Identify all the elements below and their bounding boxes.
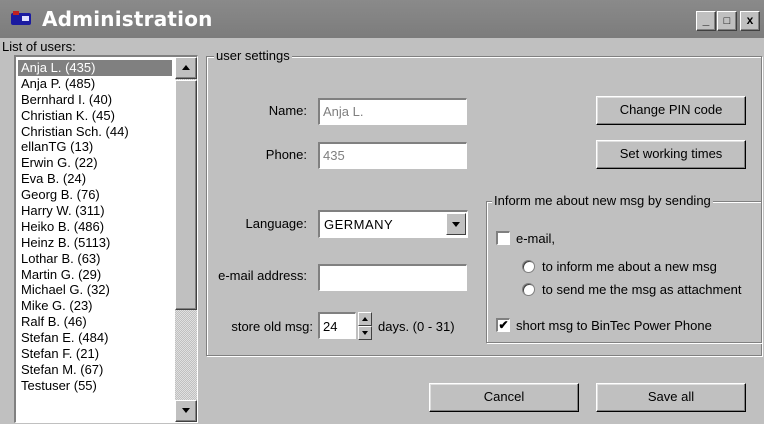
- phone-label: Phone:: [265, 147, 307, 162]
- scroll-thumb[interactable]: [175, 80, 197, 310]
- short-msg-checkbox[interactable]: ✔: [496, 318, 510, 332]
- short-msg-option-label: short msg to BinTec Power Phone: [516, 318, 712, 333]
- scroll-down-button[interactable]: [175, 400, 197, 422]
- language-select[interactable]: GERMANY: [318, 210, 468, 238]
- spin-up-button[interactable]: [358, 312, 372, 326]
- spin-down-icon: [362, 331, 368, 335]
- close-button[interactable]: x: [740, 11, 760, 31]
- scroll-up-button[interactable]: [175, 57, 197, 79]
- email-address-field[interactable]: [318, 264, 467, 291]
- cancel-button[interactable]: Cancel: [429, 383, 579, 412]
- users-list-item[interactable]: Stefan E. (484): [18, 330, 172, 346]
- change-pin-button[interactable]: Change PIN code: [596, 96, 746, 125]
- users-list-item[interactable]: Martin G. (29): [18, 267, 172, 283]
- name-label: Name:: [268, 103, 307, 118]
- users-list-item[interactable]: Christian Sch. (44): [18, 124, 172, 140]
- language-label: Language:: [245, 216, 307, 231]
- save-all-button[interactable]: Save all: [596, 383, 746, 412]
- language-dropdown-button[interactable]: [446, 213, 466, 235]
- inform-new-msg-label: to inform me about a new msg: [542, 259, 717, 274]
- email-option-label: e-mail,: [516, 231, 556, 246]
- users-list-item[interactable]: Lothar B. (63): [18, 251, 172, 267]
- store-old-msg-label: store old msg:: [231, 319, 313, 334]
- users-list-item[interactable]: Ralf B. (46): [18, 314, 172, 330]
- store-days-field[interactable]: 24: [318, 312, 356, 339]
- inform-group-label: Inform me about new msg by sending: [492, 193, 713, 208]
- user-settings-label: user settings: [214, 48, 292, 63]
- inform-new-msg-radio[interactable]: [522, 260, 535, 273]
- set-working-times-button[interactable]: Set working times: [596, 140, 746, 169]
- users-list-item[interactable]: Erwin G. (22): [18, 155, 172, 171]
- checkmark-icon: ✔: [498, 318, 509, 332]
- name-field[interactable]: Anja L.: [318, 98, 467, 125]
- users-list-item[interactable]: Stefan F. (21): [18, 346, 172, 362]
- arrow-up-icon: [182, 65, 190, 70]
- users-list-item[interactable]: Anja P. (485): [18, 76, 172, 92]
- users-list-item[interactable]: Bernhard I. (40): [18, 92, 172, 108]
- users-list-item[interactable]: Christian K. (45): [18, 108, 172, 124]
- spin-down-button[interactable]: [358, 326, 372, 340]
- chevron-down-icon: [452, 222, 460, 227]
- email-address-label: e-mail address:: [218, 268, 307, 283]
- minimize-button[interactable]: _: [696, 11, 716, 31]
- users-list-item[interactable]: Michael G. (32): [18, 282, 172, 298]
- users-list-item[interactable]: Heinz B. (5113): [18, 235, 172, 251]
- maximize-button[interactable]: □: [717, 11, 737, 31]
- users-list-item[interactable]: Anja L. (435): [18, 60, 172, 76]
- users-list[interactable]: Anja L. (435) Anja P. (485) Bernhard I. (4…: [14, 55, 198, 423]
- app-icon: [11, 11, 31, 25]
- store-days-suffix: days. (0 - 31): [378, 319, 455, 334]
- send-attachment-radio[interactable]: [522, 283, 535, 296]
- users-list-label: List of users:: [2, 39, 76, 54]
- maximize-icon: □: [723, 15, 731, 27]
- users-list-item[interactable]: Georg B. (76): [18, 187, 172, 203]
- send-attachment-label: to send me the msg as attachment: [542, 282, 742, 297]
- users-scrollbar[interactable]: [175, 57, 197, 422]
- users-list-item[interactable]: Harry W. (311): [18, 203, 172, 219]
- title-bar: Administration _ □ x: [0, 0, 764, 38]
- users-list-item[interactable]: Heiko B. (486): [18, 219, 172, 235]
- users-list-item[interactable]: Testuser (55): [18, 378, 172, 394]
- users-list-item[interactable]: Eva B. (24): [18, 171, 172, 187]
- phone-field[interactable]: 435: [318, 142, 467, 169]
- email-checkbox[interactable]: [496, 231, 510, 245]
- users-list-item[interactable]: Stefan M. (67): [18, 362, 172, 378]
- spin-up-icon: [362, 317, 368, 321]
- window-title: Administration: [42, 7, 213, 31]
- users-list-item[interactable]: Mike G. (23): [18, 298, 172, 314]
- users-list-item[interactable]: ellanTG (13): [18, 139, 172, 155]
- language-value: GERMANY: [324, 217, 394, 232]
- arrow-down-icon: [182, 408, 190, 413]
- users-list-items: Anja L. (435) Anja P. (485) Bernhard I. (4…: [18, 60, 172, 394]
